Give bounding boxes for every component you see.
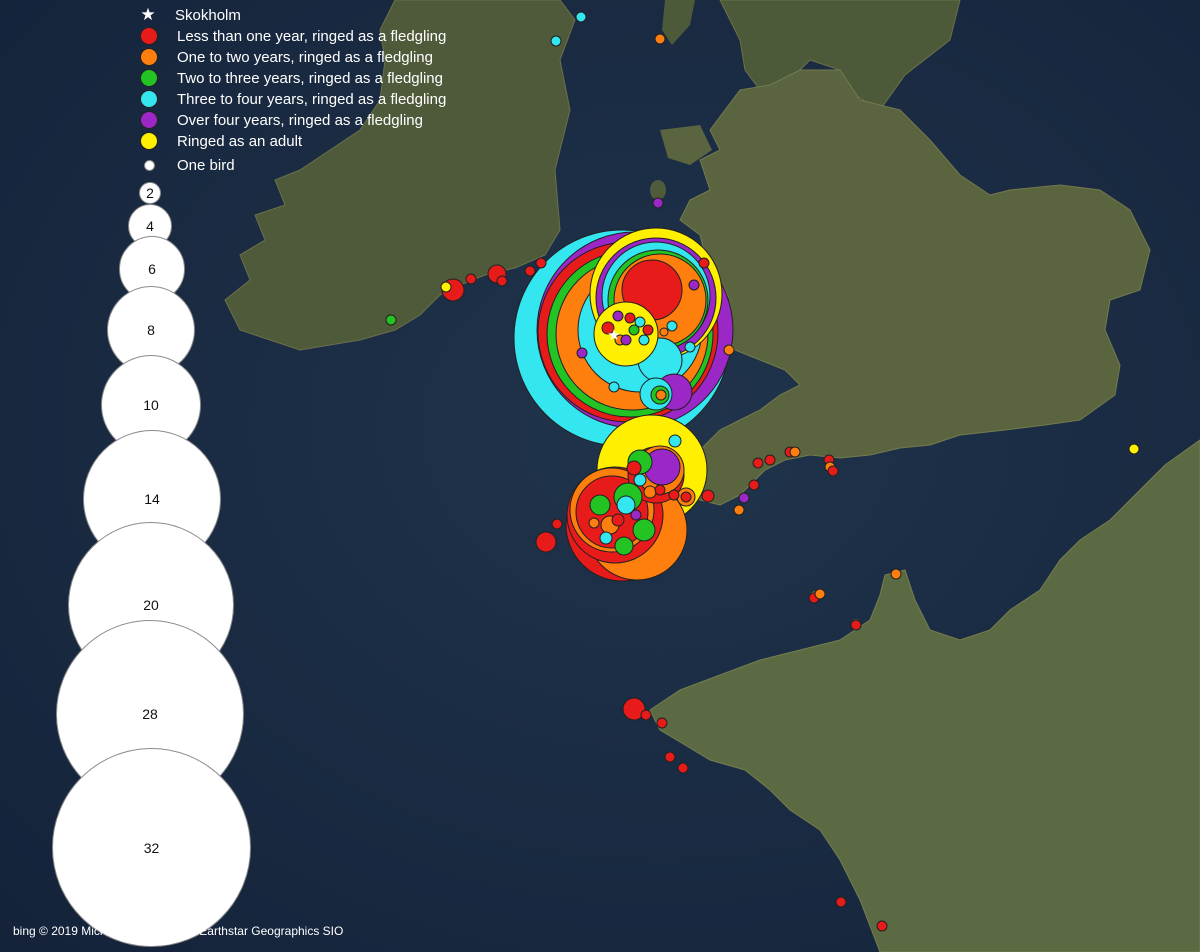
marker-less-than-one-year[interactable] [611, 513, 625, 527]
map[interactable]: ★ ★ Skokholm Less than one year, ringed … [0, 0, 1200, 952]
marker-less-than-one-year[interactable] [656, 717, 668, 729]
marker-three-to-four-years[interactable] [684, 341, 696, 353]
satellite-basemap[interactable]: ★ [0, 0, 1200, 952]
marker-one-to-two-years[interactable] [733, 504, 745, 516]
marker-two-to-three-years[interactable] [589, 494, 611, 516]
marker-over-four-years[interactable] [630, 509, 642, 521]
marker-less-than-one-year[interactable] [654, 484, 666, 496]
marker-less-than-one-year[interactable] [626, 460, 642, 476]
marker-less-than-one-year[interactable] [701, 489, 715, 503]
marker-over-four-years[interactable] [576, 347, 588, 359]
marker-three-to-four-years[interactable] [608, 381, 620, 393]
marker-one-to-two-years[interactable] [588, 517, 600, 529]
marker-less-than-one-year[interactable] [640, 709, 652, 721]
marker-less-than-one-year[interactable] [642, 324, 654, 336]
marker-over-four-years[interactable] [612, 310, 624, 322]
marker-one-to-two-years[interactable] [655, 389, 667, 401]
marker-less-than-one-year[interactable] [496, 275, 508, 287]
marker-ringed-adult[interactable] [1128, 443, 1140, 455]
marker-less-than-one-year[interactable] [668, 489, 680, 501]
marker-two-to-three-years[interactable] [614, 536, 634, 556]
marker-over-four-years[interactable] [688, 279, 700, 291]
marker-one-to-two-years[interactable] [789, 446, 801, 458]
marker-two-to-three-years[interactable] [632, 518, 656, 542]
marker-one-to-two-years[interactable] [643, 485, 657, 499]
marker-less-than-one-year[interactable] [677, 762, 689, 774]
marker-less-than-one-year[interactable] [752, 457, 764, 469]
marker-three-to-four-years[interactable] [666, 320, 678, 332]
marker-less-than-one-year[interactable] [850, 619, 862, 631]
marker-ringed-adult[interactable] [440, 281, 452, 293]
isle-of-man [650, 180, 666, 200]
marker-less-than-one-year[interactable] [551, 518, 563, 530]
marker-over-four-years[interactable] [620, 334, 632, 346]
marker-two-to-three-years[interactable] [385, 314, 397, 326]
marker-one-to-two-years[interactable] [659, 327, 669, 337]
marker-less-than-one-year[interactable] [835, 896, 847, 908]
marker-less-than-one-year[interactable] [624, 312, 636, 324]
marker-three-to-four-years[interactable] [668, 434, 682, 448]
marker-one-to-two-years[interactable] [814, 588, 826, 600]
map-attribution: bing © 2019 Microsoft Corporation Earths… [13, 924, 344, 938]
marker-three-to-four-years[interactable] [550, 35, 562, 47]
marker-over-four-years[interactable] [738, 492, 750, 504]
marker-one-to-two-years[interactable] [723, 344, 735, 356]
marker-three-to-four-years[interactable] [633, 473, 647, 487]
marker-over-four-years[interactable] [652, 197, 664, 209]
marker-less-than-one-year[interactable] [664, 751, 676, 763]
marker-less-than-one-year[interactable] [535, 531, 557, 553]
skokholm-star-icon: ★ [607, 326, 620, 344]
marker-three-to-four-years[interactable] [599, 531, 613, 545]
marker-three-to-four-years[interactable] [638, 334, 650, 346]
marker-less-than-one-year[interactable] [748, 479, 760, 491]
marker-less-than-one-year[interactable] [524, 265, 536, 277]
marker-less-than-one-year[interactable] [535, 257, 547, 269]
marker-one-to-two-years[interactable] [890, 568, 902, 580]
marker-less-than-one-year[interactable] [680, 491, 692, 503]
marker-three-to-four-years[interactable] [575, 11, 587, 23]
marker-less-than-one-year[interactable] [827, 465, 839, 477]
marker-less-than-one-year[interactable] [698, 257, 710, 269]
marker-less-than-one-year[interactable] [465, 273, 477, 285]
marker-less-than-one-year[interactable] [764, 454, 776, 466]
marker-two-to-three-years[interactable] [628, 324, 640, 336]
marker-less-than-one-year[interactable] [876, 920, 888, 932]
marker-one-to-two-years[interactable] [654, 33, 666, 45]
